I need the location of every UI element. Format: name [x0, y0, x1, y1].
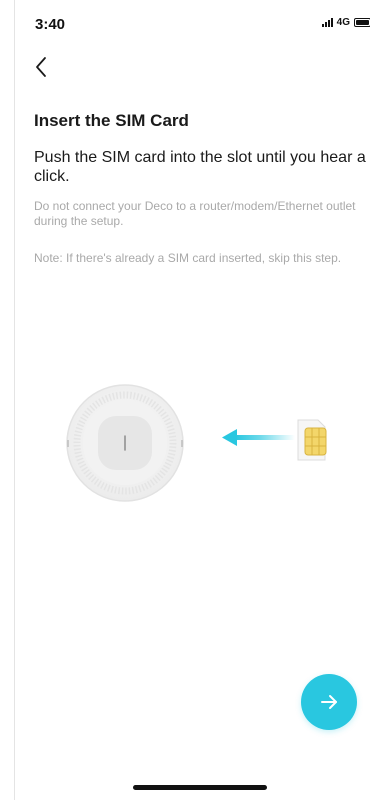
home-indicator[interactable]: [133, 785, 267, 790]
battery-icon: [354, 18, 370, 27]
chevron-left-icon: [36, 57, 46, 77]
next-button[interactable]: [301, 674, 357, 730]
arrow-right-icon: [321, 695, 337, 709]
sim-card-icon: [297, 419, 327, 461]
status-time: 3:40: [35, 16, 66, 33]
page-title: Insert the SIM Card: [34, 111, 189, 130]
signal-bars-icon: [321, 18, 333, 27]
status-bar: 3:40 4G: [15, 0, 370, 40]
phone-screen: 3:40 4G Insert the SIM Card Push the SIM…: [14, 0, 370, 800]
back-button[interactable]: [29, 55, 53, 79]
sim-insert-illustration: [65, 380, 355, 510]
arrow-left-icon: [222, 429, 295, 446]
deco-device-icon: [66, 384, 184, 502]
setup-warning-text: Do not connect your Deco to a router/mod…: [34, 199, 356, 228]
status-indicators: 4G: [321, 17, 370, 28]
skip-note-text: Note: If there's already a SIM card inse…: [34, 251, 342, 265]
network-label: 4G: [336, 17, 350, 28]
instruction-text: Push the SIM card into the slot until yo…: [34, 149, 366, 185]
sim-insert-graphic: [66, 384, 327, 502]
